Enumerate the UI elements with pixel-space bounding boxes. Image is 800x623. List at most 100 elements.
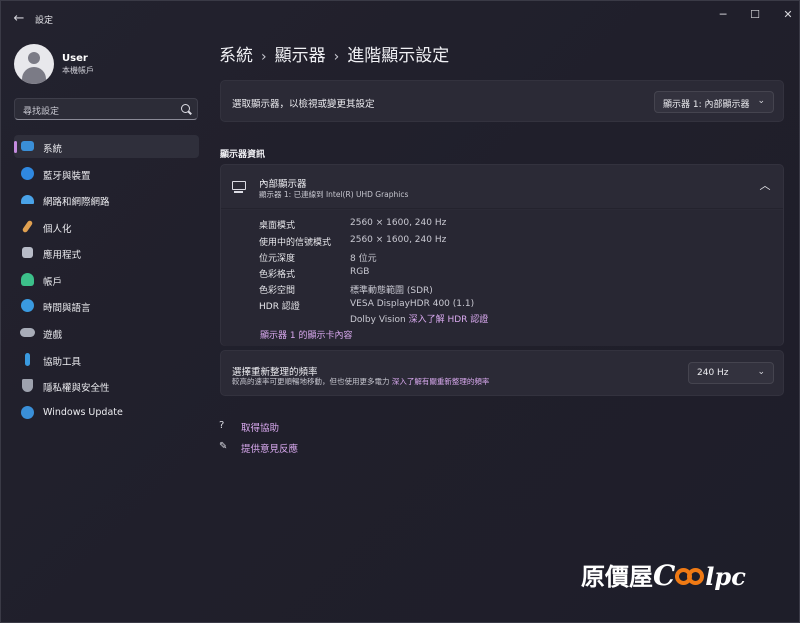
title-bar: ← 設定 ─ ☐ ✕	[1, 1, 799, 37]
search-icon	[181, 104, 190, 113]
page-title: 進階顯示設定	[347, 46, 450, 66]
info-row-label: HDR 認證	[259, 302, 300, 312]
maximize-button[interactable]: ☐	[743, 7, 767, 23]
update-icon	[21, 406, 34, 419]
close-button[interactable]: ✕	[776, 7, 799, 23]
watermark-text-c: C	[653, 559, 676, 592]
wifi-icon	[21, 195, 34, 204]
nav-label: Windows Update	[43, 407, 123, 418]
watermark-oo-mark	[675, 568, 705, 586]
select-display-card: 選取顯示器，以檢視或變更其設定 顯示器 1: 內部顯示器 ⌄	[220, 80, 784, 122]
select-display-label: 選取顯示器，以檢視或變更其設定	[232, 99, 375, 110]
display-info-subtitle: 顯示器 1: 已連線到 Intel(R) UHD Graphics	[259, 190, 409, 199]
chevron-down-icon: ⌄	[757, 96, 765, 106]
info-row-label: 桌面模式	[259, 221, 296, 231]
nav-label: 藍牙與裝置	[43, 171, 91, 182]
nav-item-personalization[interactable]: 個人化	[14, 215, 199, 238]
help-chat-icon: ?	[219, 420, 225, 431]
settings-window: ← 設定 ─ ☐ ✕ User 本機帳戶 尋找設定 系統 藍牙與裝置 網路和網際…	[0, 0, 800, 623]
minimize-button[interactable]: ─	[711, 7, 735, 23]
info-row-value: 標準動態範圍 (SDR)	[350, 286, 433, 296]
nav-item-privacy[interactable]: 隱私權與安全性	[14, 374, 199, 397]
bluetooth-icon	[21, 167, 34, 180]
search-placeholder: 尋找設定	[23, 107, 60, 117]
info-row-label: 位元深度	[259, 254, 296, 264]
breadcrumb-system[interactable]: 系統	[219, 46, 253, 66]
hdr-extra-text: Dolby Vision	[350, 315, 406, 325]
breadcrumb-separator: ›	[333, 49, 340, 65]
nav-item-network[interactable]: 網路和網際網路	[14, 188, 199, 211]
globe-clock-icon	[21, 299, 34, 312]
nav-label: 應用程式	[43, 250, 82, 261]
nav-item-gaming[interactable]: 遊戲	[14, 321, 199, 344]
app-title: 設定	[35, 16, 54, 26]
refresh-rate-value: 240 Hz	[697, 368, 729, 378]
monitor-icon	[21, 141, 34, 151]
get-help-label: 取得協助	[241, 423, 280, 434]
nav-label: 隱私權與安全性	[43, 383, 110, 394]
display-select-dropdown[interactable]: 顯示器 1: 內部顯示器 ⌄	[654, 91, 774, 113]
display-info-card: 內部顯示器 顯示器 1: 已連線到 Intel(R) UHD Graphics …	[220, 164, 784, 346]
info-row-value: 2560 × 1600, 240 Hz	[350, 218, 447, 228]
breadcrumb-separator: ›	[261, 49, 267, 65]
nav-label: 個人化	[43, 224, 72, 235]
back-button[interactable]: ←	[9, 9, 29, 29]
section-title-display-info: 顯示器資訊	[220, 150, 266, 160]
nav-label: 網路和網際網路	[43, 197, 110, 208]
user-name: User	[62, 53, 88, 64]
shield-icon	[22, 379, 33, 392]
nav-item-accessibility[interactable]: 協助工具	[14, 348, 199, 371]
feedback-label: 提供意見反應	[241, 444, 299, 455]
info-row-value: 2560 × 1600, 240 Hz	[350, 235, 447, 245]
nav-label: 遊戲	[43, 330, 63, 341]
user-account-type: 本機帳戶	[62, 66, 94, 75]
nav-label: 系統	[43, 144, 63, 155]
refresh-rate-card: 選擇重新整理的頻率 較高的速率可更順暢地移動，但也使用更多電力 深入了解有關重新…	[220, 350, 784, 396]
chevron-down-icon: ⌄	[757, 367, 765, 377]
gamepad-icon	[20, 328, 35, 337]
hdr-learn-more-link[interactable]: 深入了解 HDR 認證	[409, 315, 489, 325]
nav-item-accounts[interactable]: 帳戶	[14, 268, 199, 291]
accessibility-icon	[25, 353, 30, 366]
apps-icon	[22, 247, 33, 258]
breadcrumb-display[interactable]: 顯示器	[275, 46, 326, 66]
refresh-learn-more-link[interactable]: 深入了解有關重新整理的頻率	[392, 377, 490, 386]
info-row-value: 8 位元	[350, 254, 377, 264]
feedback-icon: ✎	[219, 441, 228, 452]
info-row-value: VESA DisplayHDR 400 (1.1)	[350, 299, 475, 309]
search-input[interactable]: 尋找設定	[14, 98, 198, 120]
nav-active-indicator	[14, 141, 17, 153]
paintbrush-icon	[21, 219, 34, 234]
avatar[interactable]	[14, 44, 54, 84]
nav-label: 帳戶	[43, 277, 63, 288]
chevron-up-icon: ︿	[759, 179, 771, 192]
display-info-body: 桌面模式 2560 × 1600, 240 Hz 使用中的信號模式 2560 ×…	[221, 210, 783, 346]
display-info-header[interactable]: 內部顯示器 顯示器 1: 已連線到 Intel(R) UHD Graphics …	[221, 165, 783, 209]
refresh-rate-description: 較高的速率可更順暢地移動，但也使用更多電力 深入了解有關重新整理的頻率	[232, 376, 489, 387]
breadcrumb: 系統 › 顯示器 › 進階顯示設定	[219, 41, 449, 66]
nav-item-bluetooth[interactable]: 藍牙與裝置	[14, 162, 199, 185]
arrow-left-icon: ←	[13, 11, 25, 26]
display-info-title: 內部顯示器	[259, 179, 307, 190]
info-row-label: 色彩格式	[259, 270, 296, 280]
watermark-text-cn: 原價屋	[581, 562, 653, 591]
avatar-body	[22, 67, 46, 84]
collapse-button[interactable]: ︿	[757, 178, 773, 194]
display-select-value: 顯示器 1: 內部顯示器	[663, 100, 750, 110]
nav-item-apps[interactable]: 應用程式	[14, 241, 199, 264]
hdr-extra-row: Dolby Vision 深入了解 HDR 認證	[350, 312, 488, 325]
nav-item-system[interactable]: 系統	[14, 135, 199, 158]
nav-item-windows-update[interactable]: Windows Update	[14, 401, 199, 424]
info-row-value: RGB	[350, 267, 370, 277]
adapter-properties-link[interactable]: 顯示器 1 的顯示卡內容	[260, 328, 352, 341]
avatar-head	[28, 52, 40, 64]
info-row-label: 使用中的信號模式	[259, 238, 332, 248]
info-row-label: 色彩空間	[259, 286, 296, 296]
coolpc-watermark-logo: 原價屋C lpc	[581, 557, 746, 597]
nav-item-time-language[interactable]: 時間與語言	[14, 294, 199, 317]
refresh-rate-dropdown[interactable]: 240 Hz ⌄	[688, 362, 774, 384]
person-icon	[21, 273, 34, 286]
nav-label: 協助工具	[43, 357, 82, 368]
watermark-text-rest: lpc	[705, 562, 746, 591]
refresh-desc-text: 較高的速率可更順暢地移動，但也使用更多電力	[232, 377, 390, 386]
